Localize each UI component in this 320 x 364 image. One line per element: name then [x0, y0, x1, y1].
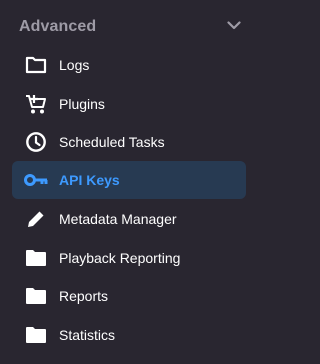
key-icon	[24, 169, 48, 191]
sidebar-item-logs[interactable]: Logs	[12, 46, 246, 84]
cart-plus-icon	[24, 93, 48, 115]
sidebar-item-label: Statistics	[59, 327, 116, 343]
sidebar-item-label: API Keys	[59, 172, 120, 188]
folder-icon	[24, 324, 48, 346]
folder-outline-icon	[24, 54, 48, 76]
sidebar-item-label: Metadata Manager	[59, 211, 177, 227]
clock-icon	[24, 131, 48, 153]
sidebar-item-label: Plugins	[59, 96, 105, 112]
sidebar-item-label: Reports	[59, 288, 109, 304]
section-title: Advanced	[19, 18, 97, 35]
sidebar-item-statistics[interactable]: Statistics	[12, 316, 246, 354]
sidebar-item-plugins[interactable]: Plugins	[12, 85, 246, 123]
chevron-down-icon[interactable]	[225, 18, 243, 32]
sidebar-item-scheduled-tasks[interactable]: Scheduled Tasks	[12, 123, 246, 161]
section-header-advanced[interactable]: Advanced	[0, 4, 259, 48]
sidebar-item-metadata-manager[interactable]: Metadata Manager	[12, 200, 246, 238]
folder-icon	[24, 247, 48, 269]
sidebar-item-label: Scheduled Tasks	[59, 134, 165, 150]
sidebar-item-reports[interactable]: Reports	[12, 277, 246, 315]
sidebar-item-label: Playback Reporting	[59, 250, 181, 266]
sidebar-panel: Advanced Logs Plugins Scheduled Tasks AP…	[0, 0, 259, 364]
sidebar-item-label: Logs	[59, 57, 90, 73]
folder-icon	[24, 285, 48, 307]
pencil-icon	[24, 208, 48, 230]
sidebar-item-api-keys[interactable]: API Keys	[12, 161, 246, 199]
sidebar-item-playback-reporting[interactable]: Playback Reporting	[12, 239, 246, 277]
